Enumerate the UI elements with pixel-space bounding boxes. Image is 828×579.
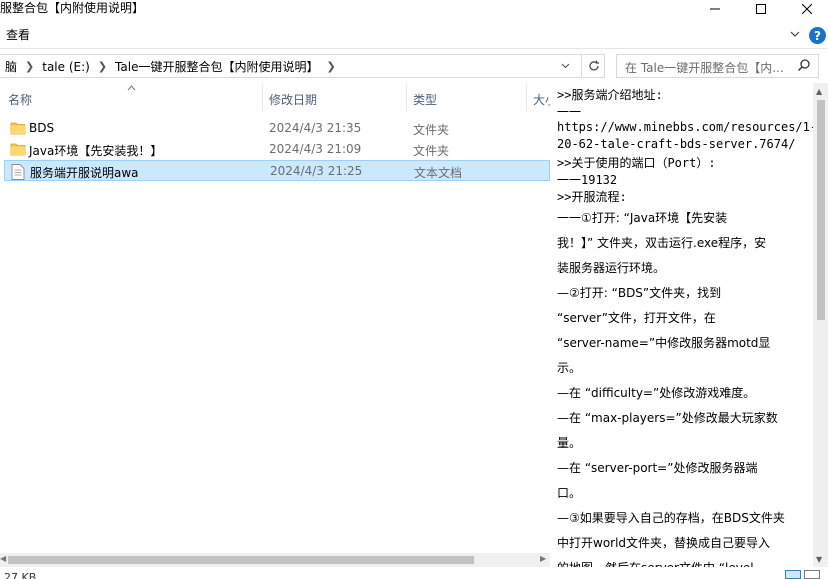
file-type: 文件夹 bbox=[413, 144, 450, 158]
column-header-size[interactable]: 大小 bbox=[533, 83, 550, 113]
maximize-icon bbox=[756, 3, 766, 14]
file-row[interactable]: Java环境【先安装我！】 2024/4/3 21:09 文件夹 bbox=[4, 139, 550, 160]
preview-pane: >>服务端介绍地址: 一一 https://www.minebbs.com/re… bbox=[550, 83, 813, 567]
preview-line: 一一①打开: “Java环境【先安装 bbox=[557, 211, 728, 225]
breadcrumb: 脑 ❯ tale (E:) ❯ Tale一键开服整合包【内附使用说明】 ❯ bbox=[1, 58, 340, 75]
vertical-scrollbar[interactable]: ▲ ▼ bbox=[813, 83, 828, 567]
column-header-date[interactable]: 修改日期 bbox=[269, 83, 317, 113]
preview-line: —在 “max-players=”处修改最大玩家数 bbox=[557, 411, 778, 425]
file-name: Java环境【先安装我！】 bbox=[29, 144, 163, 158]
scroll-down-icon[interactable]: ▼ bbox=[816, 555, 822, 564]
search-placeholder: 在 Tale一键开服整合包【内... bbox=[625, 61, 784, 75]
file-name: BDS bbox=[29, 121, 55, 135]
large-icons-view-icon[interactable] bbox=[804, 570, 820, 579]
search-icon[interactable] bbox=[797, 58, 811, 75]
breadcrumb-folder[interactable]: Tale一键开服整合包【内附使用说明】 bbox=[111, 58, 322, 75]
status-bar: 27 KB bbox=[0, 567, 828, 579]
file-row-selected[interactable]: 服务端开服说明awa 2024/4/3 21:25 文本文档 bbox=[4, 160, 550, 181]
chevron-right-icon[interactable]: ❯ bbox=[21, 60, 38, 73]
preview-line: —②打开: “BDS”文件夹，找到 bbox=[557, 286, 722, 300]
preview-line: 装服务器运行环境。 bbox=[557, 261, 666, 275]
chevron-down-icon bbox=[561, 63, 570, 69]
preview-line: “server”文件，打开文件，在 bbox=[557, 311, 716, 325]
refresh-button[interactable] bbox=[583, 54, 605, 78]
preview-line: 的地图，然后在server文件中 “level- bbox=[557, 559, 758, 567]
refresh-icon bbox=[588, 60, 599, 71]
file-date: 2024/4/3 21:09 bbox=[269, 142, 362, 156]
scroll-left-icon[interactable]: ◀ bbox=[0, 554, 6, 563]
column-divider[interactable] bbox=[406, 85, 407, 111]
file-list: 名称 修改日期 类型 大小 BDS 2024/4/3 21:35 文件夹 Jav… bbox=[0, 83, 550, 567]
folder-icon bbox=[10, 121, 26, 138]
close-icon bbox=[802, 3, 812, 14]
preview-line: >>服务端介绍地址: bbox=[557, 88, 663, 102]
help-button[interactable]: ? bbox=[809, 27, 826, 44]
minimize-icon bbox=[710, 8, 720, 9]
scrollbar-thumb[interactable] bbox=[817, 100, 825, 320]
navigation-bar: 脑 ❯ tale (E:) ❯ Tale一键开服整合包【内附使用说明】 ❯ 在 … bbox=[0, 49, 828, 83]
preview-line: 中打开world文件夹，替换成自己要导入 bbox=[557, 536, 771, 550]
address-history-button[interactable] bbox=[561, 59, 570, 72]
preview-line: “server-name=”中修改服务器motd显 bbox=[557, 336, 771, 350]
file-date: 2024/4/3 21:25 bbox=[270, 164, 363, 178]
sort-ascending-icon bbox=[127, 83, 136, 94]
title-bar: 服整合包【内附使用说明】 bbox=[0, 0, 828, 17]
file-name: 服务端开服说明awa bbox=[30, 166, 139, 180]
chevron-down-icon bbox=[790, 31, 800, 37]
text-file-icon bbox=[11, 164, 25, 183]
column-divider[interactable] bbox=[262, 85, 263, 111]
preview-line: 口。 bbox=[557, 486, 582, 500]
tab-view[interactable]: 查看 bbox=[6, 26, 30, 43]
close-button[interactable] bbox=[784, 0, 828, 17]
preview-line: 我！】” 文件夹，双击运行.exe程序，安 bbox=[557, 236, 767, 250]
minimize-button[interactable] bbox=[692, 0, 738, 17]
preview-line: 一一 bbox=[557, 105, 582, 119]
address-bar[interactable]: 脑 ❯ tale (E:) ❯ Tale一键开服整合包【内附使用说明】 ❯ bbox=[0, 54, 582, 78]
status-text: 27 KB bbox=[4, 571, 37, 579]
expand-ribbon-button[interactable] bbox=[790, 27, 800, 41]
view-switcher bbox=[785, 570, 820, 579]
breadcrumb-drive[interactable]: tale (E:) bbox=[38, 60, 94, 74]
preview-line: 20-62-tale-craft-bds-server.7674/ bbox=[557, 137, 796, 151]
scroll-right-icon[interactable]: ▶ bbox=[540, 554, 546, 563]
file-type: 文本文档 bbox=[414, 166, 463, 180]
scrollbar-thumb[interactable] bbox=[8, 556, 474, 564]
column-divider[interactable] bbox=[526, 85, 527, 111]
preview-line: >>开服流程: bbox=[557, 190, 627, 204]
column-header-type[interactable]: 类型 bbox=[413, 83, 437, 113]
preview-line: —③如果要导入自己的存档，在BDS文件夹 bbox=[557, 511, 785, 525]
preview-line: —在 “server-port=”处修改服务器端 bbox=[557, 461, 758, 475]
horizontal-scrollbar[interactable]: ◀ ▶ bbox=[0, 553, 550, 567]
scroll-up-icon[interactable]: ▲ bbox=[816, 87, 822, 96]
preview-line: 示。 bbox=[557, 361, 582, 375]
ribbon: 查看 ? bbox=[0, 17, 828, 49]
preview-line: https://www.minebbs.com/resources/1- bbox=[557, 120, 813, 134]
maximize-button[interactable] bbox=[738, 0, 784, 17]
preview-line: 量。 bbox=[557, 436, 582, 450]
search-input[interactable]: 在 Tale一键开服整合包【内... bbox=[616, 54, 819, 78]
window-title: 服整合包【内附使用说明】 bbox=[0, 1, 145, 15]
preview-line: 一一19132 bbox=[557, 173, 618, 187]
preview-line: —在 “difficulty=”处修改游戏难度。 bbox=[557, 386, 756, 400]
chevron-right-icon[interactable]: ❯ bbox=[94, 60, 111, 73]
details-view-icon[interactable] bbox=[785, 570, 801, 579]
column-header-name[interactable]: 名称 bbox=[8, 83, 32, 113]
chevron-right-icon[interactable]: ❯ bbox=[322, 60, 339, 73]
folder-icon bbox=[10, 142, 26, 159]
file-date: 2024/4/3 21:35 bbox=[269, 121, 362, 135]
breadcrumb-this-pc[interactable]: 脑 bbox=[1, 58, 21, 75]
file-row[interactable]: BDS 2024/4/3 21:35 文件夹 bbox=[4, 118, 550, 139]
file-type: 文件夹 bbox=[413, 123, 450, 137]
preview-line: >>关于使用的端口（Port）: bbox=[557, 156, 716, 170]
